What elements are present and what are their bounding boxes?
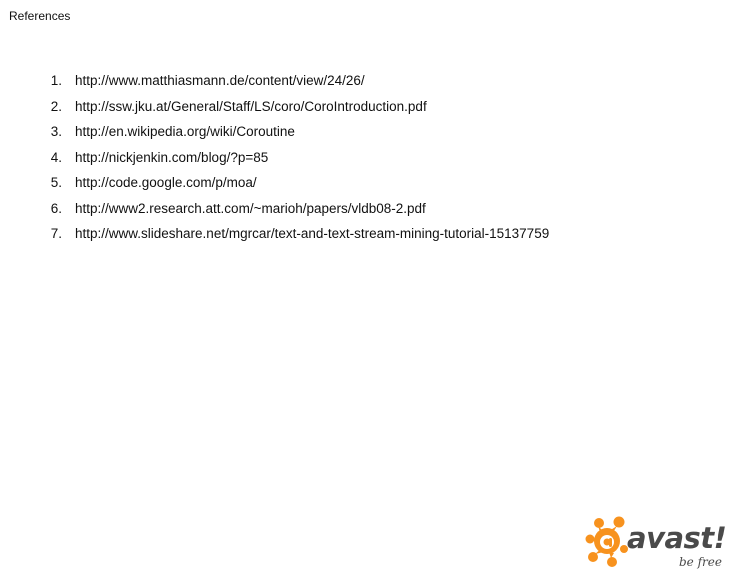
reference-link[interactable]: http://ssw.jku.at/General/Staff/LS/coro/… xyxy=(75,98,427,116)
avast-logo: avast! be free xyxy=(584,514,726,570)
reference-number: 6. xyxy=(50,200,62,216)
reference-link[interactable]: http://code.google.com/p/moa/ xyxy=(75,174,257,192)
reference-link[interactable]: http://www2.research.att.com/~marioh/pap… xyxy=(75,200,426,218)
avast-ball-icon xyxy=(585,516,628,567)
reference-link[interactable]: http://www.slideshare.net/mgrcar/text-an… xyxy=(75,225,549,243)
reference-number: 3. xyxy=(50,124,62,139)
reference-link[interactable]: http://en.wikipedia.org/wiki/Coroutine xyxy=(75,123,295,141)
reference-number: 2. xyxy=(50,98,62,114)
reference-number: 1. xyxy=(50,73,62,88)
reference-link[interactable]: http://nickjenkin.com/blog/?p=85 xyxy=(75,149,268,167)
reference-number: 7. xyxy=(50,226,62,241)
slide-title: References xyxy=(9,9,71,23)
avast-logo-graphic: avast! be free xyxy=(585,516,726,569)
reference-link[interactable]: http://www.matthiasmann.de/content/view/… xyxy=(75,72,365,90)
avast-wordmark: avast! xyxy=(627,521,726,555)
reference-number: 4. xyxy=(50,149,62,165)
reference-number: 5. xyxy=(50,175,62,190)
avast-tagline: be free xyxy=(679,555,722,569)
